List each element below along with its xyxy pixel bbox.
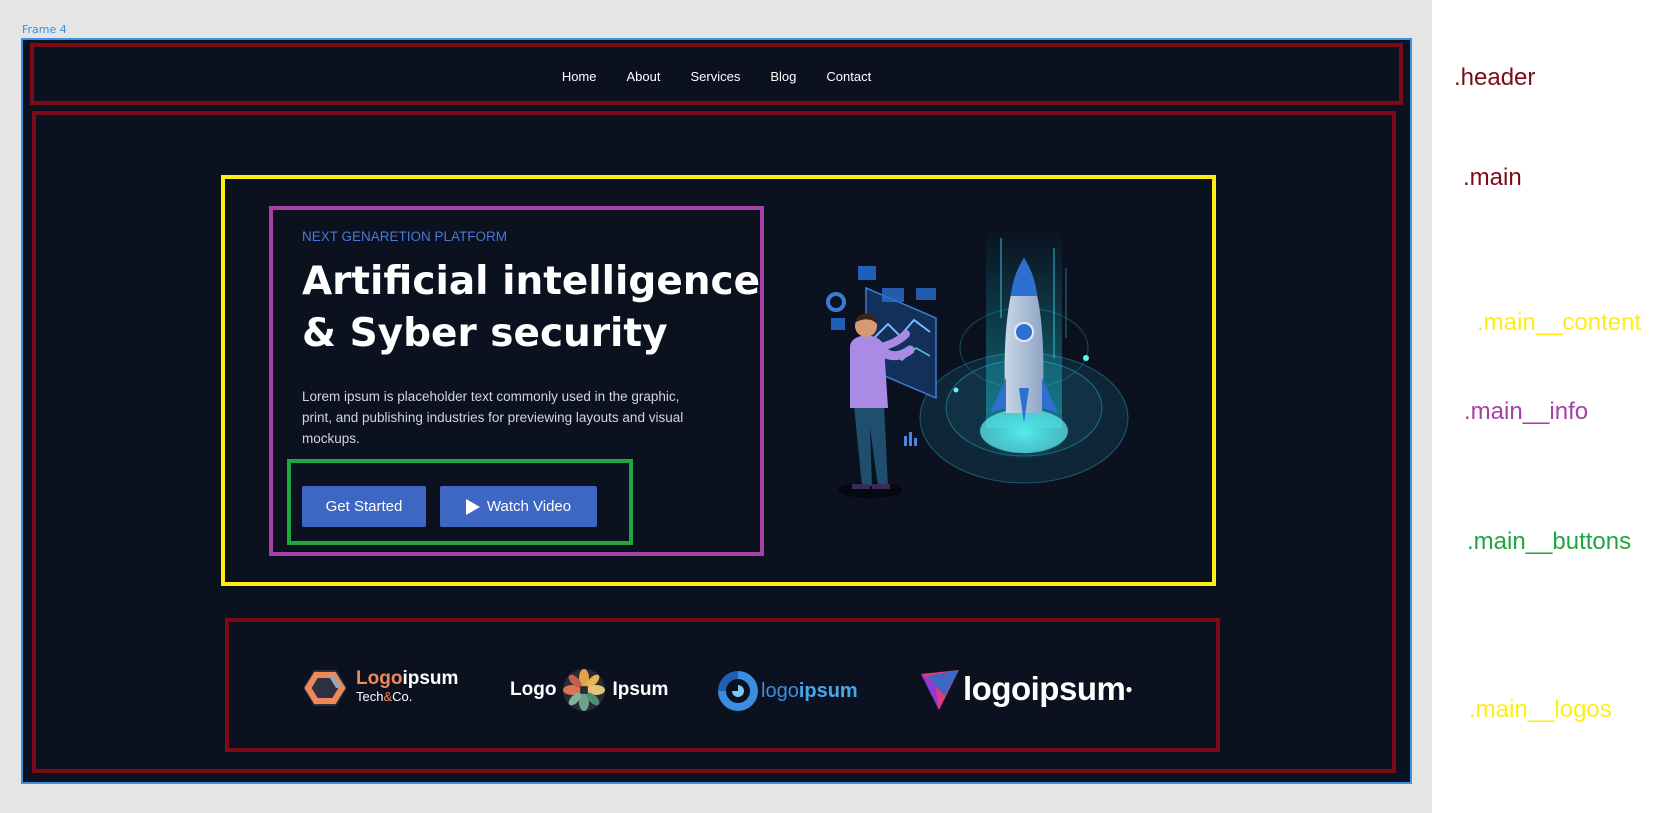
- legend-main-buttons: .main__buttons: [1467, 528, 1632, 555]
- nav-about[interactable]: About: [627, 69, 661, 84]
- frame-label: Frame 4: [22, 23, 67, 36]
- hero-description: Lorem ipsum is placeholder text commonly…: [302, 389, 684, 446]
- legend-header: .header: [1454, 64, 1536, 91]
- watch-video-button[interactable]: Watch Video: [440, 486, 597, 527]
- header: Home About Services Blog Contact: [30, 43, 1403, 105]
- logo-flower-right-text: Ipsum: [612, 679, 669, 700]
- logo-ring: logo ipsum: [715, 668, 858, 714]
- get-started-button[interactable]: Get Started: [302, 486, 426, 527]
- hero-headline: Artificial intelligence & Syber security: [302, 256, 762, 360]
- nav-home[interactable]: Home: [562, 69, 597, 84]
- logo-triangle-text: logoipsum: [963, 670, 1126, 707]
- get-started-label: Get Started: [325, 498, 403, 515]
- main-nav: Home About Services Blog Contact: [34, 69, 1399, 84]
- logo-tech-and-co: Logoipsum Tech&Co.: [302, 668, 458, 708]
- logo-ring-text-2: ipsum: [798, 679, 858, 702]
- triangle-logo-icon: [921, 670, 959, 710]
- logo-ring-text-1: logo: [761, 679, 799, 702]
- watch-video-label: Watch Video: [486, 498, 572, 515]
- logo-tech-and-co-text: Logoipsum Tech&Co.: [356, 668, 459, 706]
- nav-blog[interactable]: Blog: [770, 69, 796, 84]
- rocket-illustration: [826, 228, 1129, 498]
- logo-triangle: logoipsum ●: [917, 666, 1133, 712]
- play-icon: [465, 498, 480, 515]
- logo-tech-wordmark: Logoipsum: [356, 668, 459, 689]
- logo-flower-left-text: Logo: [510, 679, 557, 700]
- design-canvas: Frame 4 Home About Services Blog Contact…: [0, 0, 1432, 813]
- hero-eyebrow: NEXT GENARETION PLATFORM: [302, 229, 508, 244]
- flower-logo-icon: [563, 669, 606, 711]
- legend-main: .main: [1463, 164, 1522, 191]
- legend-main-content: .main__content: [1477, 309, 1642, 336]
- legend-main-info: .main__info: [1464, 398, 1589, 425]
- nav-services[interactable]: Services: [690, 69, 740, 84]
- logo-tech-subline: Tech&Co.: [356, 689, 413, 704]
- headline-line-2: & Syber security: [302, 311, 668, 356]
- nav-contact[interactable]: Contact: [826, 69, 871, 84]
- headline-line-1: Artificial intelligence: [302, 259, 761, 304]
- hexagon-logo-icon: [303, 670, 347, 706]
- logo-flower: Logo Ipsum: [510, 668, 668, 712]
- ring-logo-icon: [715, 668, 758, 711]
- legend-main-logos: .main__logos: [1469, 696, 1612, 723]
